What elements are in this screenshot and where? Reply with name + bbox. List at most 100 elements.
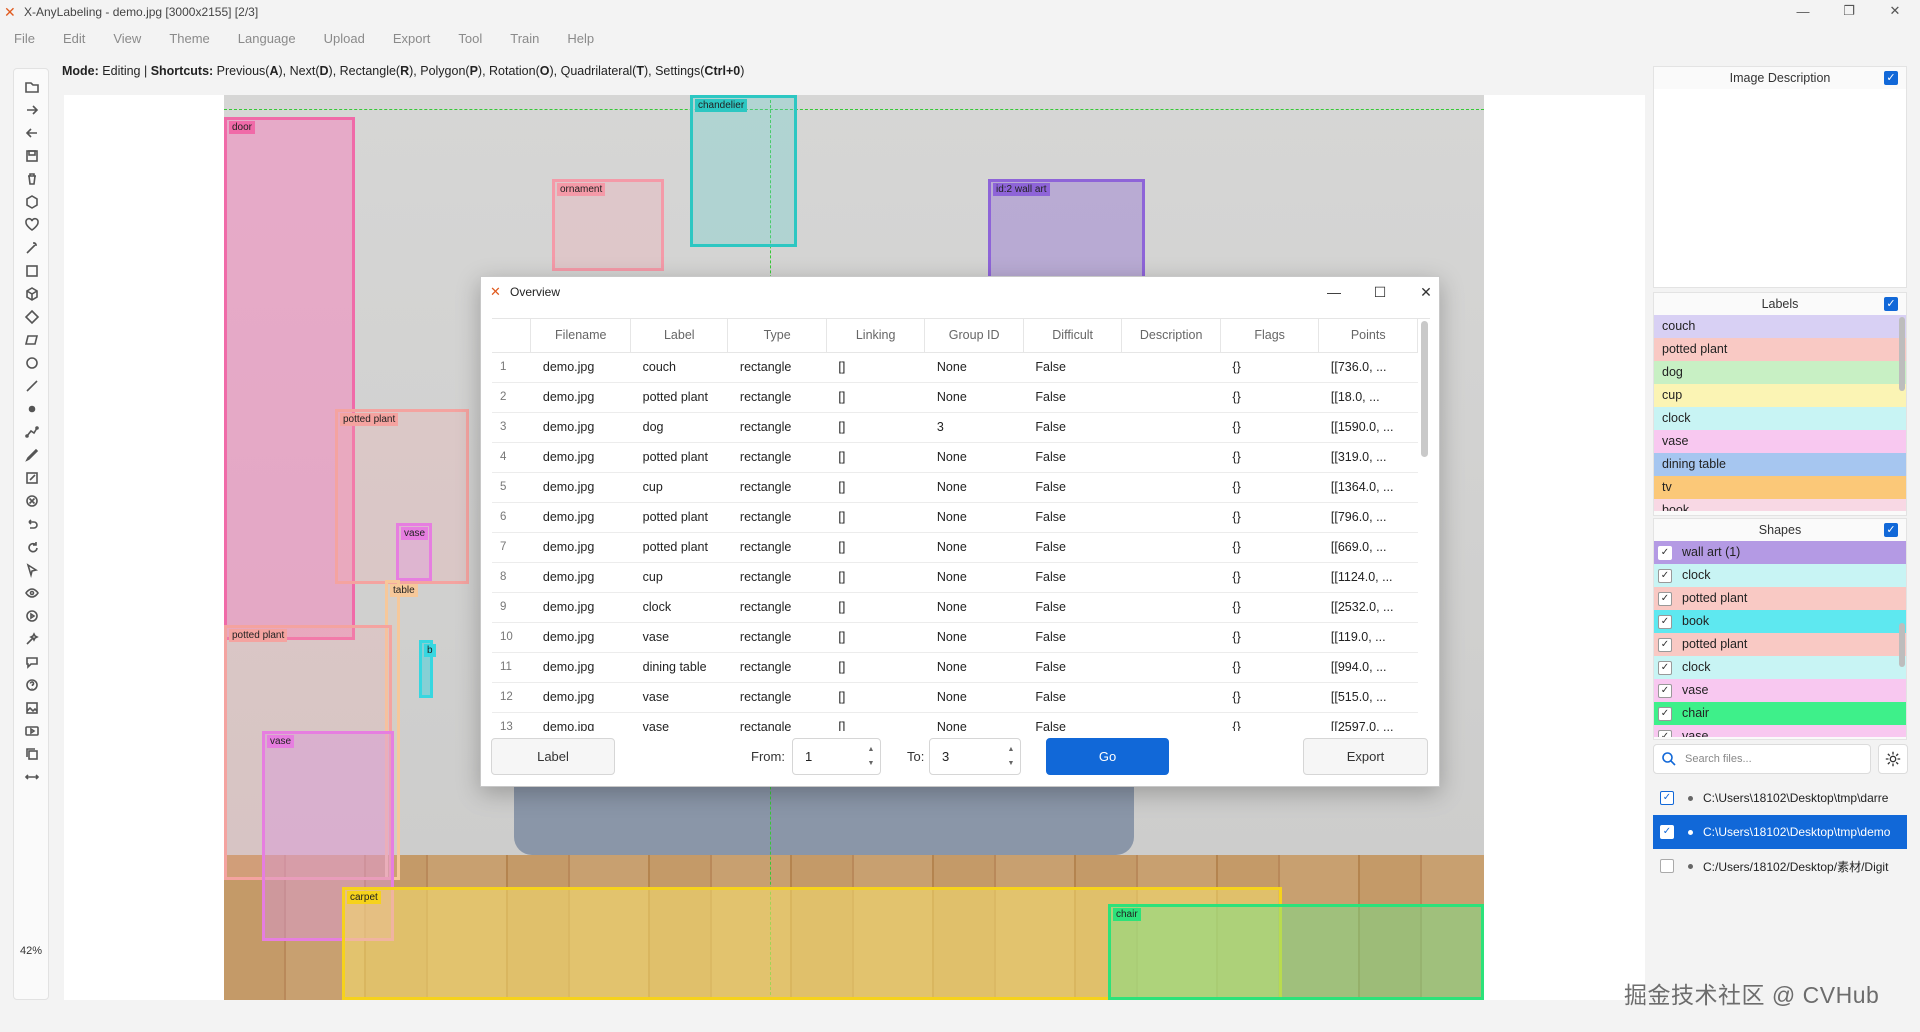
cube-icon[interactable] [22,284,42,304]
quadrilateral-icon[interactable] [22,330,42,350]
annotation-box[interactable]: b [419,640,436,698]
label-item[interactable]: dining table [1654,453,1906,476]
menu-view[interactable]: View [113,31,141,46]
linestrip-icon[interactable] [22,422,42,442]
brush-icon[interactable] [22,445,42,465]
rotation-icon[interactable] [22,307,42,327]
menu-file[interactable]: File [14,31,35,46]
dialog-maximize-button[interactable]: ☐ [1370,283,1390,301]
cursor-icon[interactable] [22,560,42,580]
auto-icon[interactable] [22,238,42,258]
table-row[interactable]: 7 demo.jpg potted plant rectangle[] None Fals… [492,532,1418,563]
shape-checkbox[interactable]: ✓ [1658,660,1672,675]
column-header[interactable]: Linking [826,319,926,353]
polygon-icon[interactable] [22,192,42,212]
annotation-box[interactable]: chandelier [690,95,797,247]
menu-tool[interactable]: Tool [458,31,482,46]
menu-language[interactable]: Language [238,31,296,46]
table-row[interactable]: 1 demo.jpg couch rectangle[] None False {} [[73… [492,352,1418,383]
shape-item[interactable]: ✓ chair [1654,702,1906,725]
label-item[interactable]: clock [1654,407,1906,430]
dialog-minimize-button[interactable]: — [1324,283,1344,301]
overview-table-container[interactable]: Filename Label Type Linking Group ID Difficul… [492,318,1430,731]
annotation-box[interactable]: vase [396,523,432,581]
column-header[interactable] [492,319,532,353]
heart-icon[interactable] [22,215,42,235]
labels-scrollbar[interactable] [1899,317,1905,391]
go-button[interactable]: Go [1046,738,1169,775]
table-row[interactable]: 11 demo.jpg dining table rectangle[] None Fal… [492,652,1418,683]
menu-edit[interactable]: Edit [63,31,85,46]
chat-icon[interactable] [22,652,42,672]
column-header[interactable]: Description [1121,319,1221,353]
point-icon[interactable] [22,399,42,419]
image-icon[interactable] [22,698,42,718]
table-row[interactable]: 5 demo.jpg cup rectangle[] None False {} [[1364… [492,472,1418,503]
file-list-item-selected[interactable]: ✓ C:\Users\18102\Desktop\tmp\demo [1653,815,1907,849]
shape-checkbox[interactable]: ✓ [1658,706,1672,721]
menu-export[interactable]: Export [393,31,431,46]
file-list-item[interactable]: ✓ C:\Users\18102\Desktop\tmp\darre [1653,781,1907,815]
label-item[interactable]: couch [1654,315,1906,338]
table-row[interactable]: 6 demo.jpg potted plant rectangle[] None Fals… [492,502,1418,533]
file-search-box[interactable]: Search files... [1653,744,1871,774]
delete-icon[interactable] [22,169,42,189]
spin-arrows-icon[interactable]: ▲ ▼ [866,743,876,771]
annotation-box[interactable]: chair [1108,904,1484,1000]
shapes-toggle[interactable]: ✓ [1884,523,1898,537]
shape-checkbox[interactable]: ✓ [1658,683,1672,698]
table-row[interactable]: 9 demo.jpg clock rectangle[] None False {} [[25… [492,592,1418,623]
column-header[interactable]: Label [630,319,729,353]
next-icon[interactable] [22,100,42,120]
play-icon[interactable] [22,606,42,626]
shape-item[interactable]: ✓ book [1654,610,1906,633]
file-list-item[interactable]: C:/Users/18102/Desktop/素材/Digit [1653,849,1907,883]
shape-item[interactable]: ✓ potted plant [1654,587,1906,610]
shape-checkbox[interactable]: ✓ [1658,591,1672,606]
file-checkbox[interactable]: ✓ [1660,825,1674,839]
table-row[interactable]: 4 demo.jpg potted plant rectangle[] None Fals… [492,442,1418,473]
column-header[interactable]: Filename [530,319,632,353]
table-row[interactable]: 8 demo.jpg cup rectangle[] None False {} [[1124… [492,562,1418,593]
column-header[interactable]: Group ID [924,319,1024,353]
label-item[interactable]: potted plant [1654,338,1906,361]
export-button[interactable]: Export [1303,738,1428,775]
to-spinbox[interactable]: 3 ▲ ▼ [929,738,1021,775]
video-icon[interactable] [22,721,42,741]
prev-icon[interactable] [22,123,42,143]
column-header[interactable]: Type [727,319,827,353]
zoom-level[interactable]: 42% [20,945,42,957]
table-scrollbar[interactable] [1421,321,1428,457]
circle-icon[interactable] [22,353,42,373]
label-item[interactable]: vase [1654,430,1906,453]
spin-arrows-icon[interactable]: ▲ ▼ [1006,743,1016,771]
settings-button[interactable] [1878,744,1908,774]
file-checkbox[interactable]: ✓ [1660,791,1674,805]
from-spinbox[interactable]: 1 ▲ ▼ [792,738,881,775]
magic-icon[interactable] [22,629,42,649]
shape-checkbox[interactable]: ✓ [1658,568,1672,583]
file-checkbox[interactable] [1660,859,1674,873]
table-row[interactable]: 13 demo.jpg vase rectangle[] None False {} [[25… [492,712,1418,731]
edit-icon[interactable] [22,468,42,488]
annotation-box[interactable]: ornament [552,179,664,271]
open-icon[interactable] [22,77,42,97]
save-icon[interactable] [22,146,42,166]
shape-item[interactable]: ✓ clock [1654,564,1906,587]
label-item[interactable]: dog [1654,361,1906,384]
table-row[interactable]: 10 demo.jpg vase rectangle[] None False {} [[11… [492,622,1418,653]
table-row[interactable]: 2 demo.jpg potted plant rectangle[] None Fals… [492,382,1418,413]
table-row[interactable]: 12 demo.jpg vase rectangle[] None False {} [[51… [492,682,1418,713]
shape-item[interactable]: ✓ vase [1654,679,1906,702]
redo-icon[interactable] [22,537,42,557]
shape-checkbox[interactable]: ✓ [1658,614,1672,629]
label-item[interactable]: tv [1654,476,1906,499]
label-item[interactable]: book [1654,499,1906,511]
column-header[interactable]: Points [1318,319,1418,353]
label-button[interactable]: Label [491,738,615,775]
help-icon[interactable] [22,675,42,695]
shape-checkbox[interactable]: ✓ [1658,637,1672,652]
table-row[interactable]: 3 demo.jpg dog rectangle[] 3 False{} [[1590.0,… [492,412,1418,443]
shape-item[interactable]: ✓ vase [1654,725,1906,737]
image-description-toggle[interactable]: ✓ [1884,71,1898,85]
